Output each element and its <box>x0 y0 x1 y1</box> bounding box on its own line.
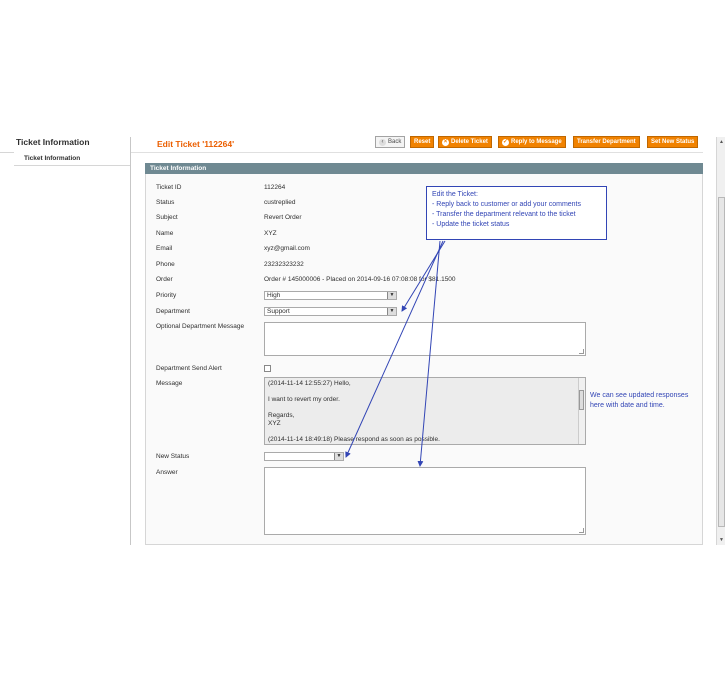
message-label: Message <box>156 380 183 387</box>
sidebar-tab-ticket-information[interactable]: Ticket Information <box>14 152 131 166</box>
callout-line: Edit the Ticket: <box>432 191 478 198</box>
message-line: Regards, <box>268 412 295 419</box>
name-value: XYZ <box>264 230 277 237</box>
priority-label: Priority <box>156 292 177 299</box>
message-scroll-thumb[interactable] <box>579 390 584 410</box>
priority-select[interactable]: High ▼ <box>264 291 397 300</box>
answer-label: Answer <box>156 469 178 476</box>
back-button[interactable]: ‹ Back <box>375 136 406 148</box>
scroll-down-icon[interactable]: ▼ <box>718 536 725 544</box>
optional-dept-message-textarea[interactable] <box>264 322 586 356</box>
new-status-select[interactable]: ▼ <box>264 452 344 461</box>
message-line: XYZ <box>268 420 281 427</box>
dept-send-alert-label: Department Send Alert <box>156 365 222 372</box>
back-icon: ‹ <box>379 138 386 146</box>
ticket-id-value: 112264 <box>264 184 286 191</box>
delete-icon: × <box>442 138 449 146</box>
back-button-label: Back <box>388 138 402 145</box>
reply-to-message-label: Reply to Message <box>511 138 562 145</box>
annotation-callout: Edit the Ticket: - Reply back to custome… <box>426 186 607 240</box>
resize-grip-icon[interactable] <box>579 349 584 354</box>
reset-button[interactable]: Reset <box>410 136 435 148</box>
chevron-down-icon: ▼ <box>334 453 343 460</box>
set-new-status-button[interactable]: Set New Status <box>647 136 699 148</box>
answer-textarea[interactable] <box>264 467 586 535</box>
message-line: I want to revert my order. <box>268 396 340 403</box>
page-title: Edit Ticket '112264' <box>157 139 235 149</box>
ticket-id-label: Ticket ID <box>156 184 182 191</box>
transfer-department-label: Transfer Department <box>577 138 636 145</box>
header-divider <box>131 152 703 153</box>
department-label: Department <box>156 308 190 315</box>
subject-label: Subject <box>156 214 178 221</box>
page-scroll-thumb[interactable] <box>718 197 725 527</box>
annotation-side-note: We can see updated responses here with d… <box>590 392 689 409</box>
check-icon: ✓ <box>502 138 509 146</box>
chevron-down-icon: ▼ <box>387 292 396 299</box>
delete-ticket-label: Delete Ticket <box>451 138 488 145</box>
transfer-department-button[interactable]: Transfer Department <box>573 136 640 148</box>
scroll-up-icon[interactable]: ▲ <box>718 138 725 146</box>
delete-ticket-button[interactable]: × Delete Ticket <box>438 136 492 148</box>
sidebar-separator <box>130 137 131 545</box>
chevron-down-icon: ▼ <box>387 308 396 315</box>
subject-value: Revert Order <box>264 214 302 221</box>
order-value[interactable]: Order # 145000006 - Placed on 2014-09-16… <box>264 276 456 283</box>
callout-line: - Transfer the department relevant to th… <box>432 211 576 218</box>
message-line: (2014-11-14 12:55:27) Hello, <box>268 380 351 387</box>
status-label: Status <box>156 199 175 206</box>
email-value: xyz@gmail.com <box>264 245 310 252</box>
reset-button-label: Reset <box>414 138 431 145</box>
department-selected: Support <box>267 308 290 315</box>
resize-grip-icon[interactable] <box>579 528 584 533</box>
page-scrollbar[interactable]: ▲ ▼ <box>716 137 725 545</box>
status-value: custreplied <box>264 199 296 206</box>
phone-label: Phone <box>156 261 175 268</box>
message-history[interactable]: (2014-11-14 12:55:27) Hello, I want to r… <box>264 377 586 445</box>
priority-selected: High <box>267 292 281 299</box>
optional-dept-message-label: Optional Department Message <box>156 323 245 330</box>
fieldset-header: Ticket Information <box>145 163 703 174</box>
email-label: Email <box>156 245 173 252</box>
reply-to-message-button[interactable]: ✓ Reply to Message <box>498 136 566 148</box>
department-select[interactable]: Support ▼ <box>264 307 397 316</box>
set-new-status-label: Set New Status <box>651 138 695 145</box>
name-label: Name <box>156 230 174 237</box>
callout-line: - Update the ticket status <box>432 221 510 228</box>
new-status-label: New Status <box>156 453 190 460</box>
callout-line: - Reply back to customer or add your com… <box>432 201 582 208</box>
dept-send-alert-checkbox[interactable] <box>264 365 271 372</box>
phone-value: 23232323232 <box>264 261 304 268</box>
sidebar-title: Ticket Information <box>16 137 90 147</box>
message-line: (2014-11-14 18:49:18) Please respond as … <box>268 436 440 443</box>
order-label: Order <box>156 276 173 283</box>
message-scrollbar[interactable] <box>578 378 585 444</box>
